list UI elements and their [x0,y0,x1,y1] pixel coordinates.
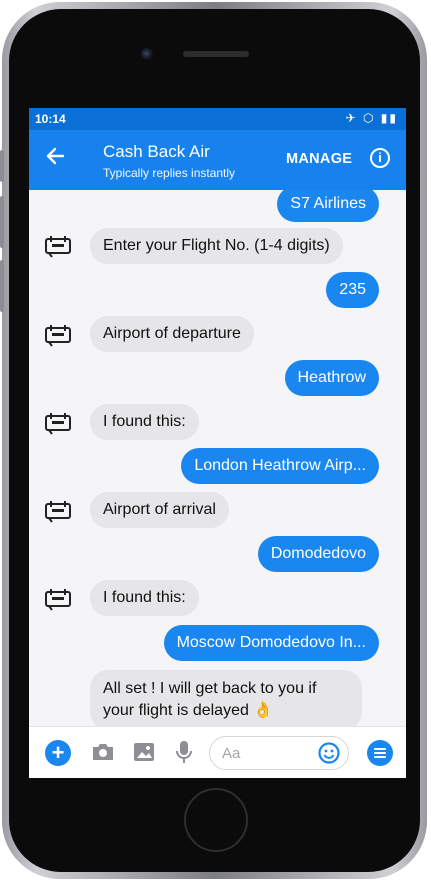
plane-bot-icon [45,236,71,258]
status-bar: 10:14 ✈ ⬡ ▮▮ [29,108,406,130]
message-list: S7 Airlines Enter your Flight No. (1-4 d… [29,190,406,726]
home-button[interactable] [184,788,248,852]
message-bubble-user: Moscow Domodedovo In... [163,625,379,661]
camera-icon[interactable] [91,741,115,763]
smiley-icon[interactable] [318,742,340,764]
chat-header: Cash Back Air Typically replies instantl… [29,130,406,190]
message-bubble-user: Domodedovo [257,536,379,572]
info-icon[interactable]: i [370,148,390,168]
earpiece-speaker [183,51,249,57]
message-composer: + Aa [29,726,406,778]
microphone-icon[interactable] [175,740,193,764]
status-icons: ✈ ⬡ ▮▮ [345,111,398,125]
message-bubble-bot: Airport of arrival [90,492,229,528]
chat-title[interactable]: Cash Back Air [103,142,210,162]
plane-bot-icon [45,413,71,435]
message-bubble-bot: All set ! I will get back to you if your… [90,670,362,726]
message-bubble-user: 235 [326,272,379,308]
message-bubble-bot: Enter your Flight No. (1-4 digits) [90,228,343,264]
back-arrow-icon[interactable] [45,146,65,171]
volume-down-button [0,260,4,312]
message-bubble-user: Heathrow [284,360,379,396]
message-bubble-bot: I found this: [90,580,199,616]
volume-up-button [0,196,4,248]
message-bubble-user: London Heathrow Airp... [181,448,379,484]
menu-icon[interactable] [367,740,393,766]
silent-switch [0,150,4,182]
chat-subtitle: Typically replies instantly [103,166,236,180]
screen: 10:14 ✈ ⬡ ▮▮ Cash Back Air Typically rep… [29,108,406,778]
plus-icon[interactable]: + [45,740,71,766]
image-icon[interactable] [133,741,155,763]
message-bubble-bot: I found this: [90,404,199,440]
plane-bot-icon [45,501,71,523]
front-camera [141,48,153,60]
plane-bot-icon [45,589,71,611]
message-bubble-bot: Airport of departure [90,316,254,352]
status-time: 10:14 [35,112,66,126]
message-input-placeholder: Aa [222,745,241,762]
plane-bot-icon [45,325,71,347]
message-bubble-user: S7 Airlines [277,190,379,222]
manage-button[interactable]: MANAGE [286,151,352,167]
